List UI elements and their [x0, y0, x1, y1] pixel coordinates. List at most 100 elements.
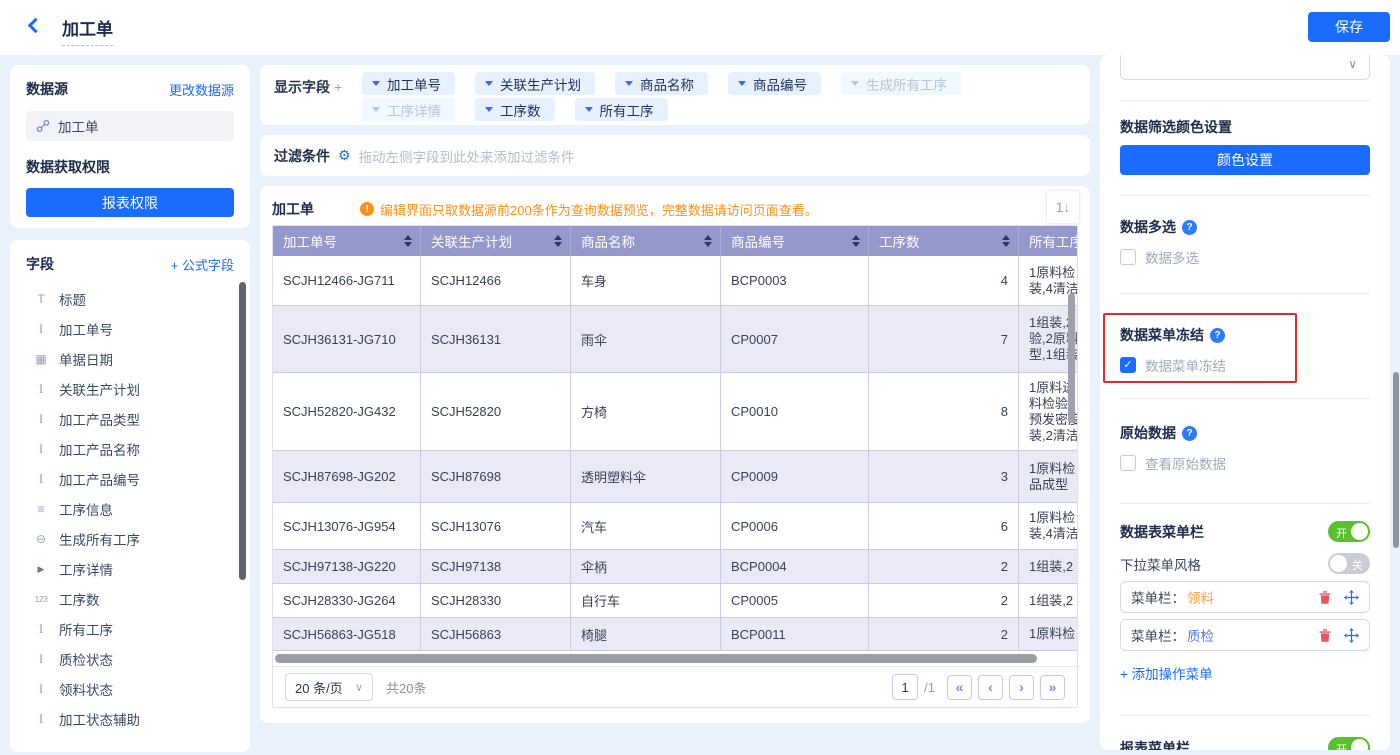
back-icon[interactable] — [28, 18, 44, 34]
field-list-item[interactable]: ▦ 单据日期 — [26, 344, 234, 374]
cell-product-name: 自行车 — [571, 584, 721, 617]
move-icon[interactable] — [1344, 628, 1359, 643]
display-field-chip[interactable]: 生成所有工序 — [841, 72, 961, 95]
color-settings-button[interactable]: 颜色设置 — [1120, 145, 1370, 175]
cell-product-name: 透明塑料伞 — [571, 451, 721, 502]
add-formula-field-link[interactable]: + 公式字段 — [171, 255, 234, 274]
preview-warning: ! 编辑界面只取数据源前200条作为查询数据预览，完整数据请访问页面查看。 — [360, 200, 818, 219]
field-list-item[interactable]: I 关联生产计划 — [26, 374, 234, 404]
field-list-item[interactable]: T 标题 — [26, 284, 234, 314]
help-icon[interactable]: ? — [1182, 220, 1197, 235]
field-list-item[interactable]: I 领料状态 — [26, 674, 234, 704]
datasource-item[interactable]: 加工单 — [26, 111, 234, 141]
field-list: T 标题 I 加工单号 ▦ 单据日期 I 关联生产计划 — [26, 284, 234, 734]
menu-bar-item[interactable]: 菜单栏： 领料 — [1120, 581, 1370, 613]
field-list-item[interactable]: I 加工产品类型 — [26, 404, 234, 434]
cell-all-procedures: 1组装,2 — [1019, 584, 1077, 617]
cell-order-no: SCJH52820-JG432 — [273, 373, 421, 450]
column-header[interactable]: 所有工序 — [1019, 226, 1077, 256]
display-field-chip[interactable]: 所有工序 — [575, 98, 668, 121]
prev-page-button[interactable]: ‹ — [978, 675, 1003, 700]
toggle-on[interactable]: 开 — [1328, 521, 1370, 542]
field-list-item[interactable]: ⊖ 生成所有工序 — [26, 524, 234, 554]
checkbox-checked[interactable]: ✓ — [1120, 357, 1136, 373]
column-header[interactable]: 关联生产计划 — [421, 226, 571, 256]
permission-title: 数据获取权限 — [26, 157, 234, 177]
change-datasource-link[interactable]: 更改数据源 — [169, 80, 234, 99]
field-list-item[interactable]: I 加工产品名称 — [26, 434, 234, 464]
menu-bar-item[interactable]: 菜单栏： 质检 — [1120, 619, 1370, 651]
display-field-chip[interactable]: 关联生产计划 — [475, 72, 595, 95]
sort-icon[interactable] — [404, 235, 412, 247]
save-button[interactable]: 保存 — [1308, 12, 1390, 42]
menu-freeze-checkbox-row[interactable]: ✓ 数据菜单冻结 — [1120, 355, 1226, 375]
column-header[interactable]: 商品编号 — [721, 226, 869, 256]
add-display-field-button[interactable]: + — [334, 79, 342, 95]
checkbox-unchecked[interactable] — [1120, 249, 1136, 265]
cell-order-no: SCJH13076-JG954 — [273, 503, 421, 549]
help-icon[interactable]: ? — [1210, 328, 1225, 343]
window-scrollbar[interactable] — [1393, 372, 1399, 548]
fields-panel: 字段 + 公式字段 T 标题 I 加工单号 ▦ 单据日期 — [10, 240, 250, 752]
multi-select-checkbox-row[interactable]: 数据多选 — [1120, 247, 1199, 267]
app-window: 加工单 保存 数据源 更改数据源 加工单 数据获取权限 报表权限 字段 + 公式… — [0, 0, 1400, 755]
last-page-button[interactable]: » — [1040, 675, 1065, 700]
fields-scrollbar[interactable] — [239, 282, 246, 580]
cell-production-plan: SCJH13076 — [421, 503, 571, 549]
move-icon[interactable] — [1344, 590, 1359, 605]
text-icon: I — [32, 321, 50, 337]
cell-procedure-count: 4 — [869, 256, 1019, 305]
sort-icon[interactable] — [852, 235, 860, 247]
text-icon: I — [32, 411, 50, 427]
field-list-item[interactable]: 123 工序数 — [26, 584, 234, 614]
page-size-select[interactable]: 20 条/页 ∨ — [285, 673, 373, 701]
chevron-down-icon — [585, 107, 593, 112]
column-header[interactable]: 加工单号 — [273, 226, 421, 256]
cell-product-code: CP0010 — [721, 373, 869, 450]
table-vertical-scrollbar[interactable] — [1068, 293, 1075, 423]
warning-icon: ! — [360, 202, 374, 216]
field-list-item[interactable]: ≡ 工序信息 — [26, 494, 234, 524]
checkbox-unchecked[interactable] — [1120, 455, 1136, 471]
cell-all-procedures: 1原料检装,4清洁 — [1019, 503, 1077, 549]
column-header[interactable]: 商品名称 — [571, 226, 721, 256]
field-list-item[interactable]: I 质检状态 — [26, 644, 234, 674]
page-number-input[interactable]: 1 — [892, 674, 918, 700]
display-fields-panel: 显示字段+ 加工单号 关联生产计划 商品名称 — [260, 65, 1090, 125]
divider — [1120, 293, 1370, 294]
toggle-on[interactable]: 开 — [1328, 737, 1370, 750]
sort-icon[interactable] — [704, 235, 712, 247]
field-list-item[interactable]: ▶ 工序详情 — [26, 554, 234, 584]
cell-production-plan: SCJH97138 — [421, 550, 571, 583]
next-page-button[interactable]: › — [1009, 675, 1034, 700]
display-field-chip[interactable]: 工序数 — [475, 98, 555, 121]
display-field-chip[interactable]: 商品编号 — [728, 72, 821, 95]
column-header[interactable]: 工序数 — [869, 226, 1019, 256]
settings-select[interactable]: ∨ — [1120, 55, 1370, 80]
cell-order-no: SCJH56863-JG518 — [273, 618, 421, 650]
sort-order-button[interactable]: 1↓ — [1046, 190, 1080, 224]
first-page-button[interactable]: « — [947, 675, 972, 700]
help-icon[interactable]: ? — [1182, 426, 1197, 441]
field-list-item[interactable]: I 所有工序 — [26, 614, 234, 644]
field-list-item[interactable]: I 加工产品编号 — [26, 464, 234, 494]
filter-dropzone-placeholder[interactable]: 拖动左侧字段到此处来添加过滤条件 — [359, 146, 575, 166]
table-header-row: 加工单号 关联生产计划 商品名称 商品编号 工序数 所有工序 — [273, 226, 1077, 256]
field-list-item[interactable]: I 加工状态辅助 — [26, 704, 234, 734]
sort-icon[interactable] — [554, 235, 562, 247]
trash-icon[interactable] — [1318, 628, 1332, 643]
gear-icon[interactable]: ⚙ — [338, 147, 351, 164]
sort-icon[interactable] — [1002, 235, 1010, 247]
toggle-off[interactable]: 关 — [1328, 553, 1370, 574]
display-field-chip[interactable]: 商品名称 — [615, 72, 708, 95]
trash-icon[interactable] — [1318, 590, 1332, 605]
add-action-menu-link[interactable]: + 添加操作菜单 — [1120, 663, 1213, 683]
display-field-chip[interactable]: 工序详情 — [362, 98, 455, 121]
field-list-item[interactable]: I 加工单号 — [26, 314, 234, 344]
report-permission-button[interactable]: 报表权限 — [26, 188, 234, 217]
cell-product-name: 雨伞 — [571, 306, 721, 372]
table-horizontal-scrollbar[interactable] — [275, 654, 1037, 663]
display-field-chip[interactable]: 加工单号 — [362, 72, 455, 95]
menu-freeze-title: 数据菜单冻结 ? — [1120, 325, 1225, 345]
raw-data-checkbox-row[interactable]: 查看原始数据 — [1120, 453, 1226, 473]
